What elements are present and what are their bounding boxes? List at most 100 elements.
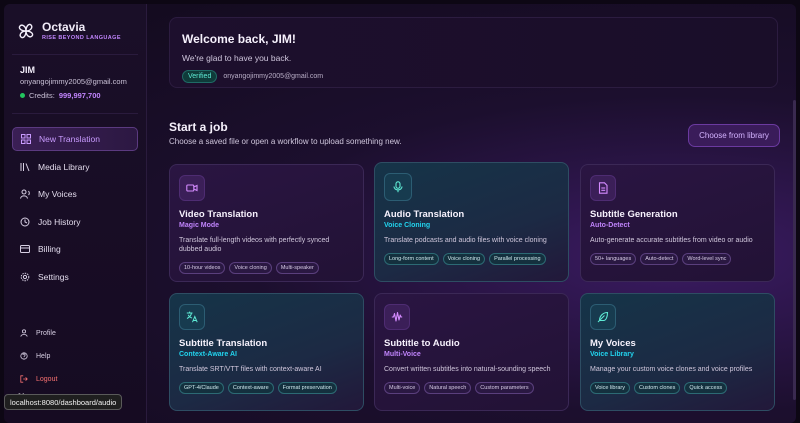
icon-box (384, 173, 412, 201)
status-url-tooltip: localhost:8080/dashboard/audio (4, 394, 123, 410)
nav-item-new-translation[interactable]: New Translation (12, 127, 138, 151)
translate-icon (186, 311, 198, 323)
card-title: My Voices (590, 338, 636, 349)
user-card: JIM onyangojimmy2005@gmail.com Credits: … (12, 54, 138, 114)
job-card-my-voices[interactable]: My Voices Voice Library Manage your cust… (580, 293, 775, 411)
gear-icon (20, 272, 30, 281)
feature-tag: Quick access (684, 382, 728, 394)
card-description: Translate podcasts and audio files with … (384, 237, 547, 244)
main-content: Welcome back, JIM! We're glad to have yo… (147, 4, 796, 423)
logout-icon (20, 375, 28, 383)
card-description: Auto-generate accurate subtitles from vi… (590, 237, 753, 244)
document-icon (598, 182, 608, 194)
status-dot-icon (20, 93, 25, 98)
welcome-subtitle: We're glad to have you back. (182, 53, 292, 63)
feature-tag: Auto-detect (640, 253, 679, 265)
feature-tag: Context-aware (227, 382, 274, 394)
nav-label: Logout (36, 375, 58, 383)
card-description: Translate full-length videos with perfec… (179, 237, 330, 253)
welcome-banner: Welcome back, JIM! We're glad to have yo… (169, 17, 778, 88)
card-icon (20, 245, 30, 253)
nav-item-media-library[interactable]: Media Library (12, 155, 138, 179)
icon-box (590, 304, 616, 330)
nav-item-profile[interactable]: Profile (12, 322, 138, 344)
nav-label: Billing (38, 244, 61, 254)
nav-label: Media Library (38, 161, 90, 172)
feature-tag: Format preservation (277, 382, 337, 394)
video-icon (186, 184, 198, 192)
icon-box (179, 304, 205, 330)
job-card-audio-translation[interactable]: Audio Translation Voice Cloning Translat… (374, 162, 569, 282)
job-card-subtitle-to-audio[interactable]: Subtitle to Audio Multi-Voice Convert wr… (374, 293, 569, 411)
feature-tag: Voice library (590, 382, 630, 394)
feature-tag: Natural speech (424, 382, 472, 394)
nav-label: Profile (36, 329, 56, 337)
icon-box (590, 175, 616, 201)
scrollbar[interactable] (793, 100, 796, 400)
nav-item-settings[interactable]: Settings (12, 265, 138, 289)
card-description: Translate SRT/VTT files with context-awa… (179, 366, 322, 373)
grid-icon (21, 134, 31, 144)
choose-from-library-button[interactable]: Choose from library (688, 124, 780, 147)
app-window: Octavia RISE BEYOND LANGUAGE JIM onyango… (4, 4, 796, 423)
brand[interactable]: Octavia RISE BEYOND LANGUAGE (4, 4, 146, 48)
user-name: JIM (20, 65, 36, 75)
feature-tag: Voice cloning (442, 253, 486, 265)
history-icon (20, 217, 30, 226)
feature-tag: Voice cloning (229, 262, 272, 274)
icon-box (179, 175, 205, 201)
nav-item-help[interactable]: Help (12, 345, 138, 367)
octavia-logo-icon (18, 23, 34, 39)
welcome-email: onyangojimmy2005@gmail.com (223, 73, 324, 80)
feature-tag: 50+ languages (590, 253, 637, 265)
feature-tag: Long-form content (384, 253, 439, 265)
nav-item-job-history[interactable]: Job History (12, 210, 138, 234)
credits-label: Credits: (29, 91, 55, 100)
welcome-title: Welcome back, JIM! (182, 32, 296, 46)
help-icon (20, 352, 28, 360)
nav-label: Settings (38, 271, 69, 282)
feature-tag: Word-level sync (682, 253, 732, 265)
card-title: Subtitle Translation (179, 338, 268, 349)
card-title: Audio Translation (384, 209, 465, 220)
library-icon (20, 162, 30, 171)
card-description: Manage your custom voice clones and voic… (590, 366, 753, 373)
section-subtitle: Choose a saved file or open a workflow t… (169, 137, 402, 146)
card-subtitle: Voice Library (590, 351, 634, 358)
nav-label: New Translation (39, 134, 100, 144)
sidebar-footer: Profile Help Logout (12, 322, 138, 391)
feature-tag: Multi-speaker (275, 262, 319, 274)
feature-tag: 10-hour videos (179, 262, 226, 274)
feature-tag: Custom clones (633, 382, 681, 394)
card-title: Subtitle to Audio (384, 338, 460, 349)
nav-label: Job History (38, 216, 81, 227)
verified-badge: Verified (182, 70, 218, 83)
waveform-icon (391, 311, 403, 322)
nav-item-my-voices[interactable]: My Voices (12, 182, 138, 206)
feature-tag: GPT-4/Claude (179, 382, 224, 394)
credits-row: Credits: 999,997,700 (20, 91, 130, 100)
logout-button[interactable]: Logout (12, 368, 138, 390)
sidebar: Octavia RISE BEYOND LANGUAGE JIM onyango… (4, 4, 147, 423)
card-subtitle: Magic Mode (179, 222, 220, 229)
card-subtitle: Multi-Voice (384, 351, 421, 358)
card-subtitle: Auto-Detect (590, 222, 630, 229)
credits-value: 999,997,700 (58, 91, 101, 100)
card-title: Subtitle Generation (590, 209, 678, 220)
brand-tagline: RISE BEYOND LANGUAGE (42, 35, 121, 41)
nav-label: My Voices (38, 189, 77, 199)
job-card-video-translation[interactable]: Video Translation Magic Mode Translate f… (169, 164, 364, 282)
user-email: onyangojimmy2005@gmail.com (20, 77, 127, 86)
card-description: Convert written subtitles into natural-s… (384, 366, 551, 373)
feature-tag: Custom parameters (475, 382, 534, 394)
card-subtitle: Context-Aware AI (179, 351, 237, 358)
section-title: Start a job (169, 120, 228, 134)
card-subtitle: Voice Cloning (384, 222, 431, 229)
nav-label: Help (36, 352, 51, 360)
job-card-subtitle-translation[interactable]: Subtitle Translation Context-Aware AI Tr… (169, 293, 364, 411)
nav-item-billing[interactable]: Billing (12, 237, 138, 261)
card-title: Video Translation (179, 209, 259, 220)
icon-box (384, 304, 410, 330)
job-card-subtitle-generation[interactable]: Subtitle Generation Auto-Detect Auto-gen… (580, 164, 775, 282)
feature-tag: Multi-voice (384, 382, 421, 394)
